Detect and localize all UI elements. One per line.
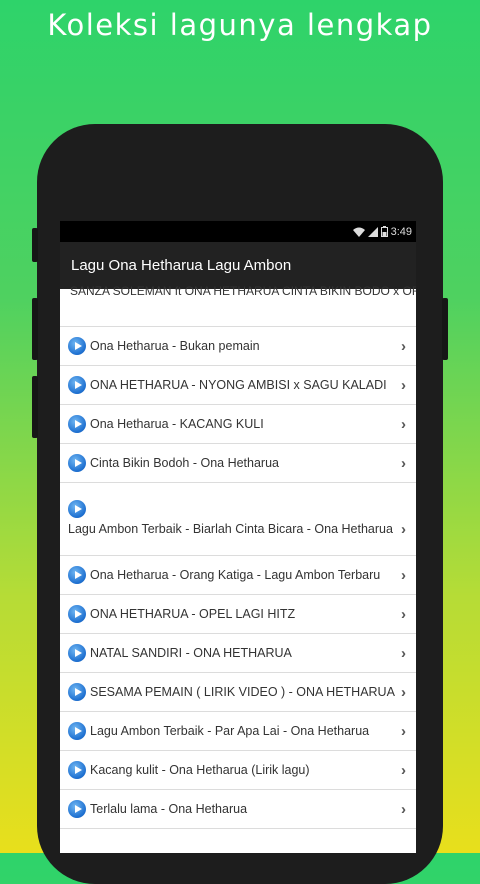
chevron-right-icon: › bbox=[401, 521, 406, 538]
battery-icon bbox=[380, 226, 388, 237]
list-item-label: Ona Hetharua - Bukan pemain bbox=[90, 339, 260, 353]
play-icon bbox=[68, 683, 86, 701]
chevron-right-icon: › bbox=[401, 566, 406, 584]
list-item[interactable]: ONA HETHARUA - OPEL LAGI HITZ › bbox=[60, 595, 416, 634]
chevron-right-icon: › bbox=[401, 454, 406, 472]
chevron-right-icon: › bbox=[401, 800, 406, 818]
chevron-right-icon: › bbox=[401, 644, 406, 662]
list-item[interactable]: NATAL SANDIRI - ONA HETHARUA › bbox=[60, 634, 416, 673]
phone-side-button bbox=[32, 228, 38, 262]
chevron-right-icon: › bbox=[401, 683, 406, 701]
list-item-label: Ona Hetharua - Orang Katiga - Lagu Ambon… bbox=[90, 568, 381, 582]
list-item[interactable]: ONA HETHARUA - NYONG AMBISI x SAGU KALAD… bbox=[60, 366, 416, 405]
phone-side-button bbox=[32, 376, 38, 438]
list-item-label: Cinta Bikin Bodoh - Ona Hetharua bbox=[90, 456, 279, 470]
phone-screen: 3:49 Lagu Ona Hetharua Lagu Ambon SANZA … bbox=[60, 221, 416, 853]
play-icon bbox=[68, 722, 86, 740]
chevron-right-icon: › bbox=[401, 415, 406, 433]
list-item-label: ONA HETHARUA - NYONG AMBISI x SAGU KALAD… bbox=[90, 378, 387, 392]
phone-side-button bbox=[32, 298, 38, 360]
list-item[interactable]: Terlalu lama - Ona Hetharua › bbox=[60, 790, 416, 829]
list-item[interactable]: Cinta Bikin Bodoh - Ona Hetharua › bbox=[60, 444, 416, 483]
list-item-label: Kacang kulit - Ona Hetharua (Lirik lagu) bbox=[90, 763, 310, 777]
chevron-right-icon: › bbox=[401, 337, 406, 355]
status-time: 3:49 bbox=[390, 225, 412, 238]
list-item[interactable]: Ona Hetharua - Orang Katiga - Lagu Ambon… bbox=[60, 556, 416, 595]
list-item[interactable]: Ona Hetharua - KACANG KULI › bbox=[60, 405, 416, 444]
list-item-label: Lagu Ambon Terbaik - Biarlah Cinta Bicar… bbox=[68, 522, 395, 536]
play-icon bbox=[68, 761, 86, 779]
status-bar: 3:49 bbox=[60, 221, 416, 242]
chevron-right-icon: › bbox=[401, 761, 406, 779]
play-icon bbox=[68, 454, 86, 472]
song-list[interactable]: SANZA SOLEMAN ft ONA HETHARUA CINTA BIKI… bbox=[60, 283, 416, 829]
list-item[interactable]: SESAMA PEMAIN ( LIRIK VIDEO ) - ONA HETH… bbox=[60, 673, 416, 712]
wifi-icon bbox=[352, 227, 365, 237]
play-icon bbox=[68, 644, 86, 662]
chevron-right-icon: › bbox=[401, 722, 406, 740]
app-title: Lagu Ona Hetharua Lagu Ambon bbox=[71, 257, 292, 274]
play-icon bbox=[68, 337, 86, 355]
play-icon bbox=[68, 376, 86, 394]
chevron-right-icon: › bbox=[401, 376, 406, 394]
list-item-label: SANZA SOLEMAN ft ONA HETHARUA CINTA BIKI… bbox=[70, 284, 416, 298]
promo-title: Koleksi lagunya lengkap bbox=[47, 8, 433, 42]
list-item-label: Lagu Ambon Terbaik - Par Apa Lai - Ona H… bbox=[90, 724, 370, 738]
list-item-label: Ona Hetharua - KACANG KULI bbox=[90, 417, 264, 431]
play-icon bbox=[68, 500, 86, 518]
list-item-label: SESAMA PEMAIN ( LIRIK VIDEO ) - ONA HETH… bbox=[90, 685, 395, 699]
play-icon bbox=[68, 605, 86, 623]
list-item-label: Terlalu lama - Ona Hetharua bbox=[90, 802, 248, 816]
play-icon bbox=[68, 415, 86, 433]
list-item-label: ONA HETHARUA - OPEL LAGI HITZ bbox=[90, 607, 296, 621]
app-bar: Lagu Ona Hetharua Lagu Ambon bbox=[60, 242, 416, 289]
list-item[interactable]: Lagu Ambon Terbaik - Biarlah Cinta Bicar… bbox=[60, 483, 416, 556]
chevron-right-icon: › bbox=[401, 605, 406, 623]
list-item[interactable]: SANZA SOLEMAN ft ONA HETHARUA CINTA BIKI… bbox=[60, 283, 416, 327]
signal-icon bbox=[367, 226, 378, 237]
list-item[interactable]: Lagu Ambon Terbaik - Par Apa Lai - Ona H… bbox=[60, 712, 416, 751]
play-icon bbox=[68, 800, 86, 818]
list-item-label: NATAL SANDIRI - ONA HETHARUA bbox=[90, 646, 292, 660]
play-icon bbox=[68, 566, 86, 584]
list-item[interactable]: Ona Hetharua - Bukan pemain › bbox=[60, 327, 416, 366]
list-item[interactable]: Kacang kulit - Ona Hetharua (Lirik lagu)… bbox=[60, 751, 416, 790]
phone-power-button bbox=[442, 298, 448, 360]
